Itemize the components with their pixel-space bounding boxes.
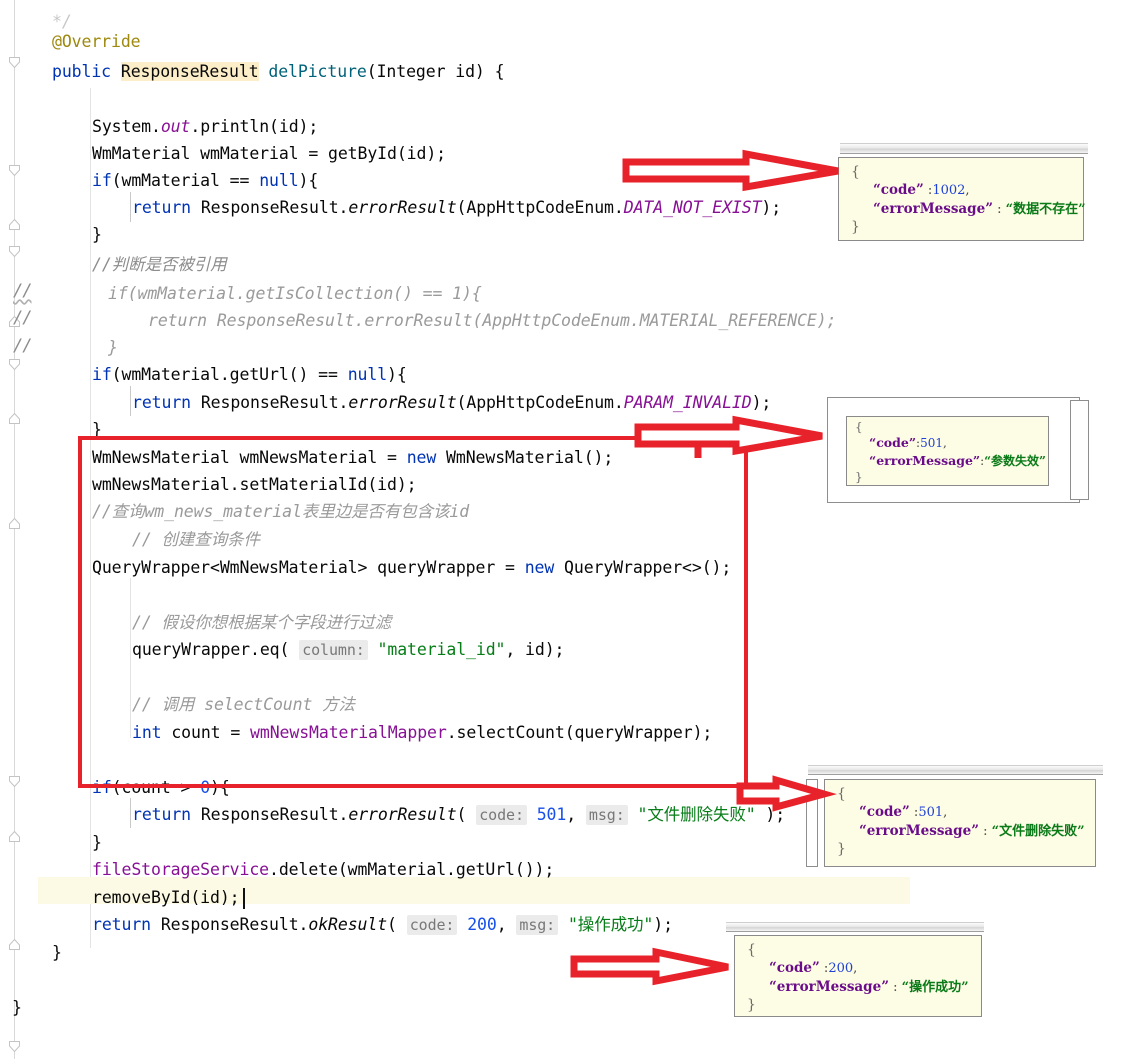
code-line-commented-if-collection: if(wmMaterial.getIsCollection() == 1){ bbox=[108, 284, 482, 303]
code-line-if-url-null: if(wmMaterial.getUrl() == null){ bbox=[92, 365, 407, 384]
json-value: 200 bbox=[828, 961, 854, 976]
json-card: { “code” :1002, “errorMessage” : “数据不存在”… bbox=[838, 157, 1086, 241]
json-row-errormessage: “errorMessage” : “文件删除失败” bbox=[837, 822, 1085, 841]
json-value: “数据不存在” bbox=[1005, 202, 1086, 217]
json-value: “文件删除失败” bbox=[991, 824, 1085, 839]
json-screenshot-panel-501-delete: { “code” :501, “errorMessage” : “文件删除失败”… bbox=[806, 765, 1103, 868]
code-line-println: System.out.println(id); bbox=[92, 117, 319, 136]
json-key: “errorMessage” bbox=[859, 823, 979, 839]
json-value: 1002 bbox=[932, 183, 966, 198]
json-value: 501 bbox=[918, 805, 944, 820]
json-open-brace: { bbox=[837, 786, 846, 802]
arrow-to-ok-result-icon bbox=[570, 947, 732, 986]
json-row-code: “code”:501, bbox=[855, 434, 1042, 452]
json-close-brace: } bbox=[747, 997, 756, 1013]
json-open-brace: { bbox=[855, 420, 863, 434]
json-open-brace: { bbox=[851, 164, 860, 180]
json-screenshot-panel-1002: { “code” :1002, “errorMessage” : “数据不存在”… bbox=[838, 143, 1090, 245]
arrow-to-param-invalid-icon bbox=[634, 415, 826, 458]
json-key: “errorMessage” bbox=[873, 201, 993, 217]
json-separator: : bbox=[992, 202, 1006, 217]
json-open-brace: { bbox=[747, 942, 756, 958]
arrow-to-delete-fail-icon bbox=[736, 775, 837, 812]
json-row-errormessage: “errorMessage” : “数据不存在” bbox=[851, 200, 1086, 219]
json-key: “errorMessage” bbox=[869, 453, 981, 468]
json-key: “code” bbox=[859, 804, 910, 820]
json-card: { “code”:501, “errorMessage”:“参数失效” } bbox=[846, 416, 1049, 486]
screenshot-window-edge bbox=[1070, 400, 1089, 500]
json-trailing: , bbox=[942, 436, 947, 450]
scrollbar-strip[interactable] bbox=[726, 922, 984, 932]
json-value: 501 bbox=[920, 436, 943, 450]
json-value: “参数失效” bbox=[984, 454, 1046, 468]
json-row-code: “code” :200, bbox=[747, 959, 971, 978]
json-separator: : bbox=[888, 980, 902, 995]
red-highlight-rectangle bbox=[78, 436, 748, 788]
json-trailing: , bbox=[943, 805, 948, 820]
json-value: “操作成功” bbox=[901, 980, 969, 995]
code-line-comment-reference: //判断是否被引用 bbox=[92, 255, 227, 274]
code-line-removebyid: removeById(id); bbox=[92, 888, 240, 907]
json-close-brace: } bbox=[855, 470, 863, 484]
json-row-code: “code” :1002, bbox=[851, 181, 1073, 200]
json-screenshot-panel-200: { “code” :200, “errorMessage” : “操作成功” } bbox=[724, 922, 986, 1020]
scrollbar-strip[interactable] bbox=[840, 143, 1088, 154]
code-line-signature: public ResponseResult delPicture(Integer… bbox=[52, 62, 505, 81]
code-line-commented-close-brace: } bbox=[108, 338, 118, 357]
code-line-close-class: } bbox=[12, 998, 22, 1017]
json-key: “errorMessage” bbox=[769, 979, 889, 995]
code-line-if-null: if(wmMaterial == null){ bbox=[92, 171, 319, 190]
json-row-code: “code” :501, bbox=[837, 803, 1085, 822]
json-close-brace: } bbox=[837, 841, 846, 857]
code-line-return-param-invalid: return ResponseResult.errorResult(AppHtt… bbox=[132, 393, 772, 412]
code-editor[interactable]: // // // */ @Override public ResponseRes… bbox=[0, 0, 1146, 1059]
code-line-return-ok: return ResponseResult.okResult( code: 20… bbox=[92, 915, 673, 935]
json-card: { “code” :501, “errorMessage” : “文件删除失败”… bbox=[824, 779, 1096, 867]
json-key: “code” bbox=[873, 182, 924, 198]
json-row-errormessage: “errorMessage”:“参数失效” bbox=[855, 452, 1046, 470]
text-caret bbox=[243, 888, 245, 909]
json-close-brace: } bbox=[851, 219, 860, 235]
json-trailing: , bbox=[853, 961, 858, 976]
code-line-override: @Override bbox=[52, 32, 141, 51]
json-key: “code” bbox=[769, 960, 820, 976]
code-line-close-brace: } bbox=[92, 833, 102, 852]
code-line-getbyid: WmMaterial wmMaterial = getById(id); bbox=[92, 144, 447, 163]
scrollbar-strip[interactable] bbox=[808, 765, 1103, 775]
code-line-file-storage-delete: fileStorageService.delete(wmMaterial.get… bbox=[92, 860, 555, 879]
arrow-to-data-not-exist-icon bbox=[622, 149, 842, 192]
json-key: “code” bbox=[869, 435, 917, 450]
json-separator: : bbox=[978, 824, 992, 839]
json-screenshot-panel-501-param: { “code”:501, “errorMessage”:“参数失效” } bbox=[827, 397, 1089, 507]
code-line-close-brace: } bbox=[92, 225, 102, 244]
code-line-commented-return-material-reference: return ResponseResult.errorResult(AppHtt… bbox=[148, 311, 837, 330]
json-trailing: , bbox=[965, 183, 970, 198]
code-line-return-delete-fail: return ResponseResult.errorResult( code:… bbox=[132, 805, 786, 825]
code-line-close-method: } bbox=[52, 943, 62, 962]
json-card: { “code” :200, “errorMessage” : “操作成功” } bbox=[734, 935, 982, 1017]
json-row-errormessage: “errorMessage” : “操作成功” bbox=[747, 978, 971, 997]
code-line-return-data-not-exist: return ResponseResult.errorResult(AppHtt… bbox=[132, 198, 782, 217]
